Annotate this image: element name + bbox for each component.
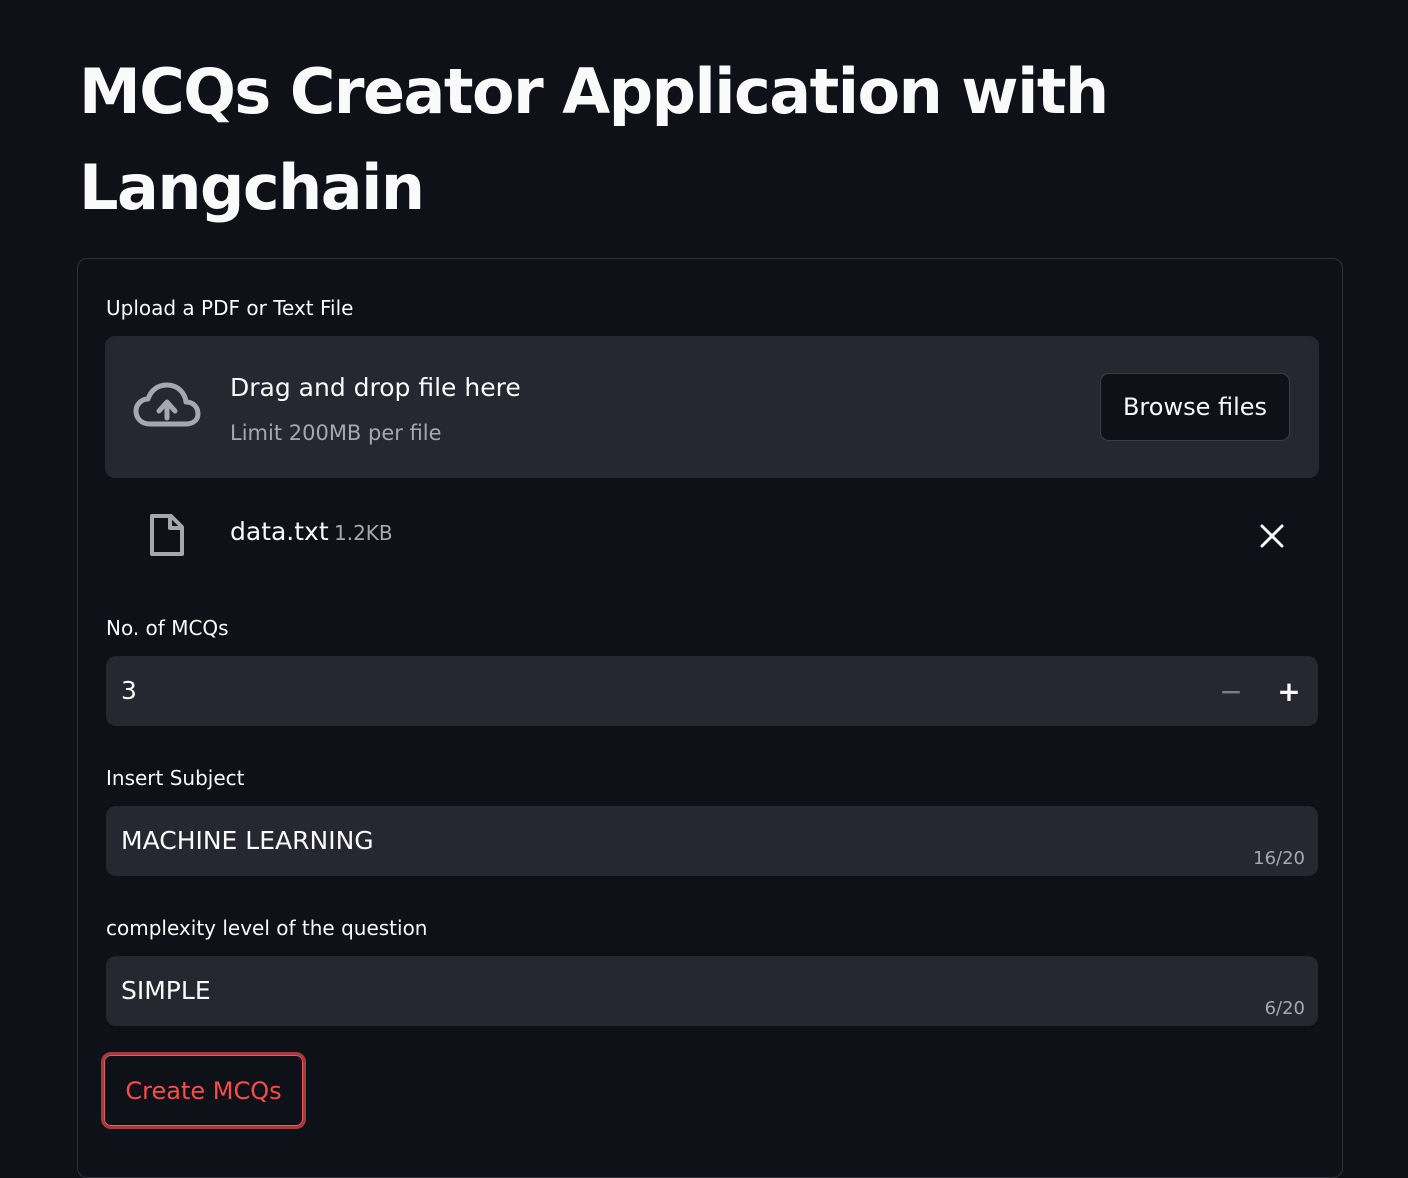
browse-files-button[interactable]: Browse files [1100, 373, 1290, 441]
subject-field: 16/20 [106, 806, 1318, 876]
mcq-count-label: No. of MCQs [106, 616, 229, 640]
subject-input[interactable] [121, 826, 1121, 856]
uploaded-file-name: data.txt [230, 517, 329, 546]
complexity-label: complexity level of the question [106, 916, 428, 940]
complexity-field: 6/20 [106, 956, 1318, 1026]
close-icon[interactable] [1258, 522, 1286, 550]
page-title: MCQs Creator Application with Langchain [79, 55, 1109, 224]
complexity-char-count: 6/20 [1264, 998, 1305, 1019]
subject-char-count: 16/20 [1253, 848, 1305, 869]
subject-label: Insert Subject [106, 766, 245, 790]
create-mcqs-button[interactable]: Create MCQs [101, 1052, 306, 1129]
increment-button[interactable]: + [1274, 675, 1304, 708]
uploaded-file-size: 1.2KB [334, 521, 393, 545]
mcq-count-input[interactable] [121, 676, 1121, 706]
cloud-upload-icon [133, 382, 201, 427]
mcq-count-stepper: − + [106, 656, 1318, 726]
complexity-input[interactable] [121, 976, 1121, 1006]
dropzone-limit: Limit 200MB per file [230, 421, 442, 445]
dropzone-title: Drag and drop file here [230, 373, 521, 402]
upload-label: Upload a PDF or Text File [106, 296, 354, 320]
file-icon [150, 514, 184, 556]
decrement-button[interactable]: − [1216, 675, 1246, 708]
